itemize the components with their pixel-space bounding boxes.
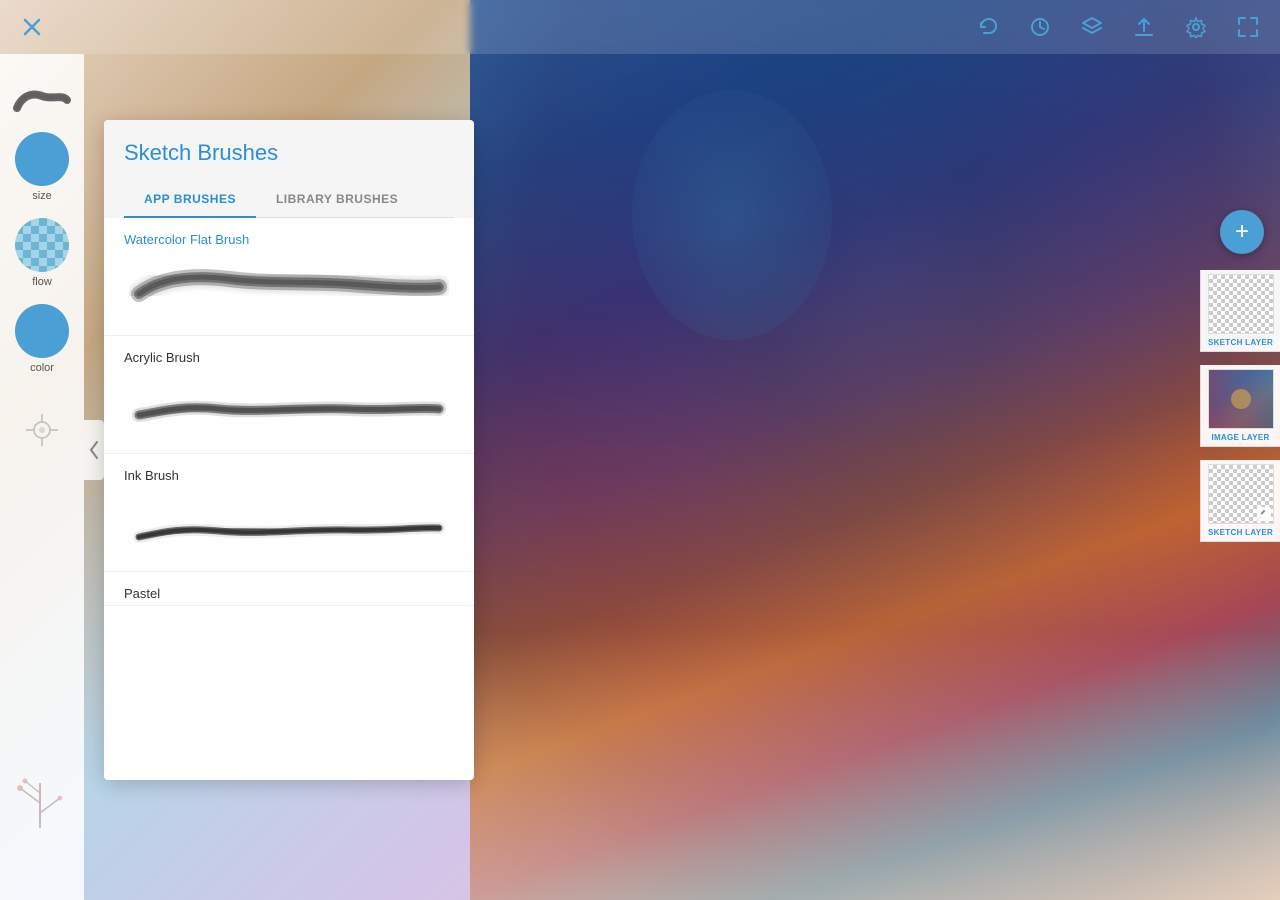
settings-button[interactable]	[1180, 11, 1212, 43]
size-label: size	[32, 190, 52, 202]
decoration	[22, 410, 62, 455]
layer-thumb-sketch-2	[1208, 464, 1274, 524]
brush-name-watercolor: Watercolor Flat Brush	[104, 218, 474, 251]
color-label: color	[30, 362, 54, 374]
panel-expand-handle[interactable]	[84, 420, 104, 480]
layer-edit-icon	[1257, 507, 1271, 521]
brush-item-pastel[interactable]: Pastel	[104, 572, 474, 606]
brush-preview-watercolor	[104, 251, 474, 335]
layer-thumb-image	[1208, 369, 1274, 429]
tab-library-brushes[interactable]: LIBRARY BRUSHES	[256, 182, 418, 218]
flow-control[interactable]	[15, 218, 69, 272]
layer-item-image[interactable]: IMAGE LAYER	[1200, 365, 1280, 447]
brush-item-acrylic[interactable]: Acrylic Brush	[104, 336, 474, 454]
brush-preview-acrylic	[104, 369, 474, 453]
brush-preview	[12, 74, 72, 128]
layer-label-sketch-1: SKETCH LAYER	[1205, 338, 1276, 347]
layers-button[interactable]	[1076, 11, 1108, 43]
brush-panel-header: Sketch Brushes APP BRUSHES LIBRARY BRUSH…	[104, 120, 474, 218]
brush-preview-ink	[104, 487, 474, 571]
close-button[interactable]	[16, 11, 48, 43]
size-control[interactable]	[15, 132, 69, 186]
upload-button[interactable]	[1128, 11, 1160, 43]
add-layer-button[interactable]: +	[1220, 210, 1264, 254]
layer-item-sketch-1[interactable]: SKETCH LAYER	[1200, 270, 1280, 352]
layer-label-image: IMAGE LAYER	[1205, 433, 1276, 442]
canvas-artwork	[470, 0, 1280, 900]
toolbar-right	[972, 11, 1264, 43]
history-button[interactable]	[1024, 11, 1056, 43]
layer-label-sketch-2: SKETCH LAYER	[1205, 528, 1276, 537]
top-toolbar	[0, 0, 1280, 54]
undo-button[interactable]	[972, 11, 1004, 43]
brush-panel: Sketch Brushes APP BRUSHES LIBRARY BRUSH…	[104, 120, 474, 780]
layer-item-sketch-2[interactable]: SKETCH LAYER	[1200, 460, 1280, 542]
brush-item-watercolor[interactable]: Watercolor Flat Brush	[104, 218, 474, 336]
toolbar-left	[16, 11, 48, 43]
color-control[interactable]	[15, 304, 69, 358]
brush-name-acrylic: Acrylic Brush	[104, 336, 474, 369]
tab-app-brushes[interactable]: APP BRUSHES	[124, 182, 256, 218]
brush-item-ink[interactable]: Ink Brush	[104, 454, 474, 572]
fullscreen-button[interactable]	[1232, 11, 1264, 43]
brush-name-ink: Ink Brush	[104, 454, 474, 487]
brush-tabs: APP BRUSHES LIBRARY BRUSHES	[124, 182, 454, 218]
brush-name-pastel: Pastel	[104, 572, 474, 605]
flow-label: flow	[32, 276, 52, 288]
layer-thumb-sketch-1	[1208, 274, 1274, 334]
decorative-branch	[10, 773, 70, 840]
brush-panel-title: Sketch Brushes	[124, 140, 454, 166]
brush-list: Watercolor Flat Brush Acrylic Brush	[104, 218, 474, 780]
